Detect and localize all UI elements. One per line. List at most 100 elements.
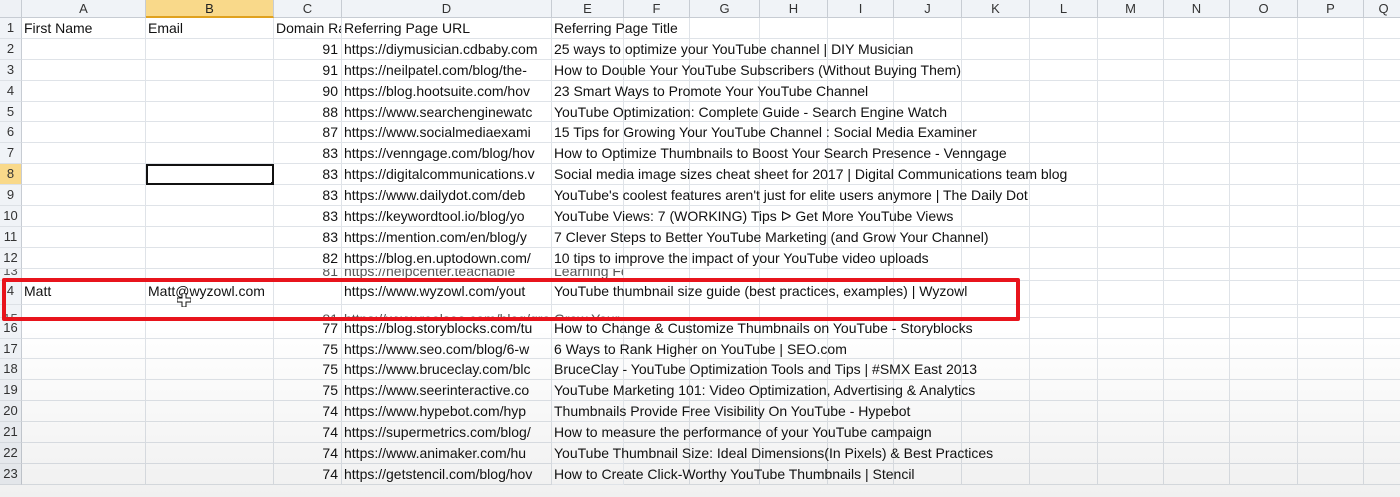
domain-rating-cell[interactable]: 74 (274, 401, 342, 423)
empty-cell[interactable] (894, 18, 962, 39)
empty-cell[interactable] (1298, 226, 1364, 248)
empty-cell[interactable] (1030, 122, 1098, 144)
empty-cell[interactable] (1298, 401, 1364, 423)
first-name-cell[interactable] (22, 401, 146, 423)
empty-cell[interactable] (1030, 59, 1098, 81)
first-name-cell[interactable]: First Name (22, 18, 146, 39)
referring-title-cell[interactable]: 6 Ways to Rank Higher on YouTube | SEO.c… (552, 338, 847, 360)
empty-cell[interactable] (1230, 59, 1298, 81)
empty-cell[interactable] (1098, 401, 1164, 423)
referring-title-cell[interactable]: Referring Page Title (552, 18, 678, 39)
empty-cell[interactable] (1364, 269, 1400, 281)
empty-cell[interactable] (1164, 304, 1230, 318)
column-header-f[interactable]: F (624, 0, 690, 18)
empty-cell[interactable] (690, 304, 760, 318)
column-header-i[interactable]: I (828, 0, 894, 18)
empty-cell[interactable] (1098, 38, 1164, 60)
row-header[interactable]: 4 (0, 280, 22, 305)
column-header-j[interactable]: J (894, 0, 962, 18)
email-cell[interactable] (146, 317, 274, 339)
domain-rating-cell[interactable]: Domain Ra (274, 18, 342, 39)
empty-cell[interactable] (1298, 122, 1364, 144)
referring-title-cell[interactable]: How to Change & Customize Thumbnails on … (552, 317, 973, 339)
empty-cell[interactable] (1298, 185, 1364, 207)
empty-cell[interactable] (1230, 164, 1298, 186)
email-cell[interactable] (146, 101, 274, 123)
empty-cell[interactable] (1364, 102, 1400, 123)
referring-url-cell[interactable]: https://www.reelseo.com/blog/gro (342, 304, 552, 318)
empty-cell[interactable] (1298, 38, 1364, 60)
empty-cell[interactable] (1030, 206, 1098, 227)
empty-cell[interactable] (1230, 122, 1298, 144)
column-header-c[interactable]: C (274, 0, 342, 18)
row-header[interactable]: 15 (0, 304, 22, 318)
column-header-g[interactable]: G (690, 0, 760, 18)
first-name-cell[interactable] (22, 317, 146, 339)
empty-cell[interactable] (1364, 248, 1400, 269)
row-header[interactable]: 7 (0, 143, 22, 165)
empty-cell[interactable] (760, 304, 828, 318)
referring-title-cell[interactable]: 10 tips to improve the impact of your Yo… (552, 247, 929, 269)
empty-cell[interactable] (1298, 164, 1364, 186)
first-name-cell[interactable] (22, 185, 146, 207)
empty-cell[interactable] (1230, 18, 1298, 39)
empty-cell[interactable] (1098, 185, 1164, 207)
referring-title-cell[interactable]: Thumbnails Provide Free Visibility On Yo… (552, 401, 910, 423)
column-header-p[interactable]: P (1298, 0, 1364, 18)
empty-cell[interactable] (1164, 59, 1230, 81)
empty-cell[interactable] (1030, 80, 1098, 102)
empty-cell[interactable] (1098, 122, 1164, 144)
empty-cell[interactable] (1364, 464, 1400, 485)
first-name-cell[interactable] (22, 380, 146, 402)
empty-cell[interactable] (828, 18, 894, 39)
row-header[interactable]: 22 (0, 443, 22, 464)
domain-rating-cell[interactable]: 81 (274, 268, 342, 281)
first-name-cell[interactable] (22, 359, 146, 381)
empty-cell[interactable] (1164, 143, 1230, 165)
empty-cell[interactable] (1364, 81, 1400, 102)
empty-cell[interactable] (1230, 463, 1298, 485)
email-cell[interactable] (146, 422, 274, 444)
referring-title-cell[interactable]: Grow Your YouTube Audience: Proven Tips … (552, 304, 624, 318)
empty-cell[interactable] (1098, 380, 1164, 402)
row-header[interactable]: 18 (0, 359, 22, 381)
referring-title-cell[interactable]: How to measure the performance of your Y… (552, 422, 932, 444)
empty-cell[interactable] (1164, 80, 1230, 102)
row-header[interactable]: 9 (0, 185, 22, 207)
domain-rating-cell[interactable]: 91 (274, 38, 342, 60)
empty-cell[interactable] (1030, 268, 1098, 281)
empty-cell[interactable] (1164, 185, 1230, 207)
first-name-cell[interactable] (22, 422, 146, 444)
empty-cell[interactable] (1364, 60, 1400, 81)
empty-cell[interactable] (1098, 206, 1164, 227)
referring-title-cell[interactable]: 15 Tips for Growing Your YouTube Channel… (552, 122, 977, 144)
email-cell[interactable] (146, 38, 274, 60)
empty-cell[interactable] (1098, 268, 1164, 281)
empty-cell[interactable] (962, 422, 1030, 444)
empty-cell[interactable] (1298, 18, 1364, 39)
select-all-corner[interactable] (0, 0, 22, 18)
email-cell[interactable] (146, 401, 274, 423)
empty-cell[interactable] (760, 18, 828, 39)
empty-cell[interactable] (1364, 443, 1400, 464)
referring-title-cell[interactable]: YouTube Optimization: Complete Guide - S… (552, 101, 947, 123)
empty-cell[interactable] (1298, 380, 1364, 402)
empty-cell[interactable] (1098, 280, 1164, 305)
empty-cell[interactable] (1230, 304, 1298, 318)
row-header[interactable]: 16 (0, 317, 22, 339)
empty-cell[interactable] (1098, 143, 1164, 165)
empty-cell[interactable] (1098, 247, 1164, 269)
referring-title-cell[interactable]: How to Double Your YouTube Subscribers (… (552, 59, 961, 81)
first-name-cell[interactable] (22, 164, 146, 186)
email-cell[interactable] (146, 122, 274, 144)
empty-cell[interactable] (962, 247, 1030, 269)
empty-cell[interactable] (1298, 317, 1364, 339)
empty-cell[interactable] (962, 304, 1030, 318)
referring-title-cell[interactable]: 23 Smart Ways to Promote Your YouTube Ch… (552, 80, 868, 102)
row-header[interactable]: 1 (0, 18, 22, 39)
empty-cell[interactable] (1030, 38, 1098, 60)
empty-cell[interactable] (894, 80, 962, 102)
row-header[interactable]: 21 (0, 422, 22, 444)
empty-cell[interactable] (1098, 422, 1164, 444)
domain-rating-cell[interactable]: 83 (274, 226, 342, 248)
